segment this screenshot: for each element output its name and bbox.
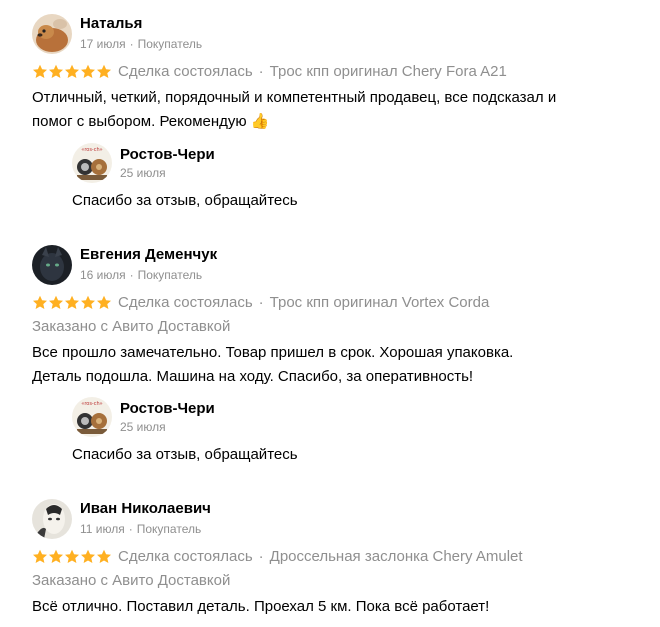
deal-status: Сделка состоялась xyxy=(118,548,253,565)
star-icon xyxy=(64,549,80,565)
review-meta: 11 июля · Покупатель xyxy=(80,522,201,536)
avatar[interactable] xyxy=(32,499,72,539)
separator: · xyxy=(128,522,133,536)
review-text-line: Всё отлично. Поставил деталь. Проехал 5 … xyxy=(32,598,490,615)
author-name[interactable]: Иван Николаевич xyxy=(80,500,211,517)
delivery-info: Заказано с Авито Доставкой xyxy=(32,572,231,589)
review-date: 11 июля xyxy=(80,522,125,536)
item-title[interactable]: Дроссельная заслонка Chery Amulet xyxy=(270,548,523,565)
star-rating xyxy=(32,549,112,565)
star-icon xyxy=(96,549,112,565)
review-text: Всё отлично. Поставил деталь. Проехал 5 … xyxy=(32,595,632,619)
rating-row: Сделка состоялась · Дроссельная заслонка C… xyxy=(32,548,632,566)
deal-info: Сделка состоялась · Дроссельная заслонка C… xyxy=(118,548,523,565)
author-role: Покупатель xyxy=(136,522,202,536)
review-card: Иван Николаевич 11 июля · Покупатель Сделк… xyxy=(0,0,660,627)
star-icon xyxy=(48,549,64,565)
separator: · xyxy=(258,548,264,565)
star-icon xyxy=(32,549,48,565)
star-icon xyxy=(80,549,96,565)
